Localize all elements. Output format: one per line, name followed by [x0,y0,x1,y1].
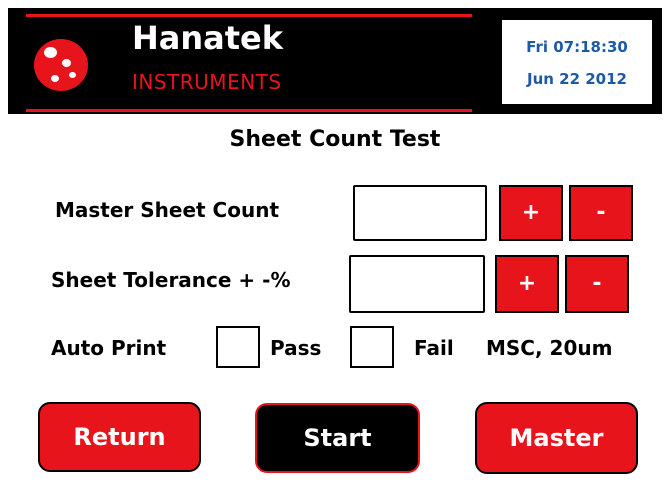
date-display: Jun 22 2012 [526,70,627,88]
return-button[interactable]: Return [38,402,201,472]
sheet-count-test-screen: Hanatek INSTRUMENTS Fri 07:18:30 Jun 22 … [0,0,670,492]
pass-checkbox[interactable] [216,326,260,368]
brand-subtitle: INSTRUMENTS [132,70,282,94]
auto-print-label: Auto Print [51,336,167,360]
time-display: Fri 07:18:30 [526,38,628,56]
sheet-tolerance-plus-button[interactable]: + [495,255,559,313]
sheet-tolerance-label: Sheet Tolerance + -% [51,268,291,292]
master-sheet-count-label: Master Sheet Count [55,198,280,222]
sheet-tolerance-minus-button[interactable]: - [565,255,629,313]
datetime-display: Fri 07:18:30 Jun 22 2012 [502,20,652,104]
master-sheet-count-plus-button[interactable]: + [499,185,563,241]
header-bottom-rule [26,109,472,112]
brand-name: Hanatek [132,19,284,57]
sheet-tolerance-field[interactable] [349,255,485,313]
fail-label: Fail [414,336,454,360]
fail-checkbox[interactable] [350,326,394,368]
mode-indicator: MSC, 20um [486,336,613,360]
master-sheet-count-field[interactable] [353,185,487,241]
master-sheet-count-minus-button[interactable]: - [569,185,633,241]
master-button[interactable]: Master [475,402,638,474]
page-title: Sheet Count Test [229,127,441,152]
start-button[interactable]: Start [255,403,420,473]
header-bar: Hanatek INSTRUMENTS Fri 07:18:30 Jun 22 … [8,8,662,114]
pass-label: Pass [270,336,322,360]
header-top-rule [26,14,472,17]
hanatek-logo-icon [34,39,88,91]
